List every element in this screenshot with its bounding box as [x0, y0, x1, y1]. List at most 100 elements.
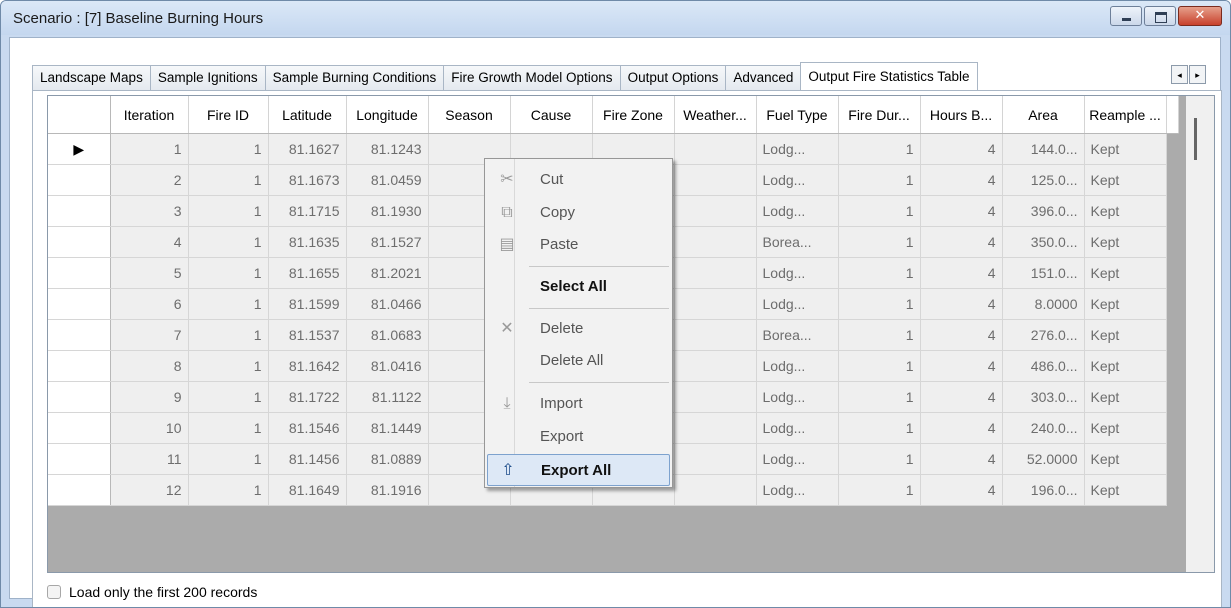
table-cell[interactable]: Lodg...	[756, 381, 839, 413]
table-cell[interactable]: 52.0000	[1002, 443, 1085, 475]
table-cell[interactable]: 81.1122	[346, 381, 429, 413]
table-cell[interactable]: 151.0...	[1002, 257, 1085, 289]
table-cell[interactable]: 396.0...	[1002, 195, 1085, 227]
table-cell[interactable]: 1	[188, 257, 269, 289]
table-cell[interactable]: 2	[110, 164, 189, 196]
table-cell[interactable]: Kept	[1084, 443, 1167, 475]
table-cell[interactable]	[674, 257, 757, 289]
row-header[interactable]	[48, 381, 111, 413]
table-cell[interactable]: 81.0466	[346, 288, 429, 320]
table-cell[interactable]	[674, 443, 757, 475]
table-cell[interactable]: Lodg...	[756, 164, 839, 196]
menu-item-select-all[interactable]: Select All	[487, 271, 670, 303]
column-header-weather[interactable]: Weather...	[674, 96, 757, 134]
table-cell[interactable]: 81.1722	[268, 381, 347, 413]
menu-item-copy[interactable]: ⧉ Copy	[487, 197, 670, 229]
table-cell[interactable]: 1	[188, 474, 269, 506]
table-cell[interactable]: 81.1642	[268, 350, 347, 382]
table-cell[interactable]: 276.0...	[1002, 319, 1085, 351]
table-cell[interactable]: Lodg...	[756, 195, 839, 227]
table-cell[interactable]: 4	[920, 319, 1003, 351]
tab-output-options[interactable]: Output Options	[619, 65, 726, 90]
row-header[interactable]	[48, 319, 111, 351]
table-cell[interactable]: 4	[920, 381, 1003, 413]
tab-landscape-maps[interactable]: Landscape Maps	[32, 65, 150, 90]
row-header[interactable]	[48, 257, 111, 289]
table-cell[interactable]: 81.1243	[346, 133, 429, 165]
table-cell[interactable]: 81.1527	[346, 226, 429, 258]
table-cell[interactable]	[674, 412, 757, 444]
table-cell[interactable]: 11	[110, 443, 189, 475]
table-cell[interactable]: 8	[110, 350, 189, 382]
table-cell[interactable]	[674, 474, 757, 506]
table-cell[interactable]: Kept	[1084, 133, 1167, 165]
table-cell[interactable]: 4	[110, 226, 189, 258]
table-cell[interactable]: 1	[188, 319, 269, 351]
column-header-season[interactable]: Season	[428, 96, 511, 134]
table-cell[interactable]: 81.2021	[346, 257, 429, 289]
table-cell[interactable]: 7	[110, 319, 189, 351]
table-cell[interactable]: 4	[920, 164, 1003, 196]
table-cell[interactable]: 81.1449	[346, 412, 429, 444]
row-header[interactable]	[48, 412, 111, 444]
row-header[interactable]	[48, 195, 111, 227]
table-cell[interactable]: 81.1930	[346, 195, 429, 227]
table-cell[interactable]: 4	[920, 195, 1003, 227]
tab-fire-growth-model-options[interactable]: Fire Growth Model Options	[443, 65, 620, 90]
column-header-cause[interactable]: Cause	[510, 96, 593, 134]
tab-sample-ignitions[interactable]: Sample Ignitions	[149, 65, 265, 90]
table-cell[interactable]: 486.0...	[1002, 350, 1085, 382]
table-cell[interactable]: 1	[188, 288, 269, 320]
row-header[interactable]	[48, 226, 111, 258]
table-cell[interactable]: 1	[188, 412, 269, 444]
table-cell[interactable]: 81.0416	[346, 350, 429, 382]
table-cell[interactable]: 81.0889	[346, 443, 429, 475]
table-cell[interactable]: 1	[838, 443, 921, 475]
table-cell[interactable]: 1	[838, 412, 921, 444]
menu-item-delete-all[interactable]: Delete All	[487, 345, 670, 377]
table-cell[interactable]: Lodg...	[756, 133, 839, 165]
table-cell[interactable]: Kept	[1084, 257, 1167, 289]
table-cell[interactable]: 125.0...	[1002, 164, 1085, 196]
menu-item-delete[interactable]: ✕ Delete	[487, 313, 670, 345]
table-cell[interactable]: Kept	[1084, 319, 1167, 351]
table-cell[interactable]: Kept	[1084, 288, 1167, 320]
table-cell[interactable]: 1	[188, 133, 269, 165]
table-cell[interactable]: 1	[838, 288, 921, 320]
table-cell[interactable]: Kept	[1084, 164, 1167, 196]
table-cell[interactable]: 4	[920, 443, 1003, 475]
column-header-longitude[interactable]: Longitude	[346, 96, 429, 134]
column-header-iteration[interactable]: Iteration	[110, 96, 189, 134]
menu-item-export[interactable]: Export	[487, 421, 670, 453]
table-cell[interactable]: 4	[920, 350, 1003, 382]
table-cell[interactable]	[674, 226, 757, 258]
row-header[interactable]	[48, 164, 111, 196]
table-cell[interactable]: 1	[838, 381, 921, 413]
table-cell[interactable]: 1	[188, 226, 269, 258]
table-cell[interactable]: 1	[838, 257, 921, 289]
table-cell[interactable]	[674, 381, 757, 413]
table-cell[interactable]: 1	[838, 226, 921, 258]
table-cell[interactable]: 81.1627	[268, 133, 347, 165]
table-cell[interactable]	[674, 288, 757, 320]
row-header[interactable]: ▶	[48, 133, 111, 165]
table-cell[interactable]: 81.1537	[268, 319, 347, 351]
table-cell[interactable]: 10	[110, 412, 189, 444]
table-cell[interactable]: 4	[920, 133, 1003, 165]
table-cell[interactable]: 6	[110, 288, 189, 320]
table-cell[interactable]: 1	[838, 164, 921, 196]
row-header[interactable]	[48, 443, 111, 475]
table-cell[interactable]: 9	[110, 381, 189, 413]
menu-item-import[interactable]: ⤓ Import	[487, 388, 670, 420]
row-header[interactable]	[48, 474, 111, 506]
tab-sample-burning-conditions[interactable]: Sample Burning Conditions	[264, 65, 444, 90]
table-cell[interactable]: 81.1649	[268, 474, 347, 506]
title-bar[interactable]: Scenario : [7] Baseline Burning Hours ✕	[1, 1, 1230, 35]
table-cell[interactable]: 1	[188, 443, 269, 475]
column-header-fire-id[interactable]: Fire ID	[188, 96, 269, 134]
table-cell[interactable]: 1	[838, 133, 921, 165]
table-cell[interactable]	[674, 164, 757, 196]
table-cell[interactable]: Kept	[1084, 226, 1167, 258]
tab-advanced[interactable]: Advanced	[725, 65, 801, 90]
table-cell[interactable]: 4	[920, 474, 1003, 506]
